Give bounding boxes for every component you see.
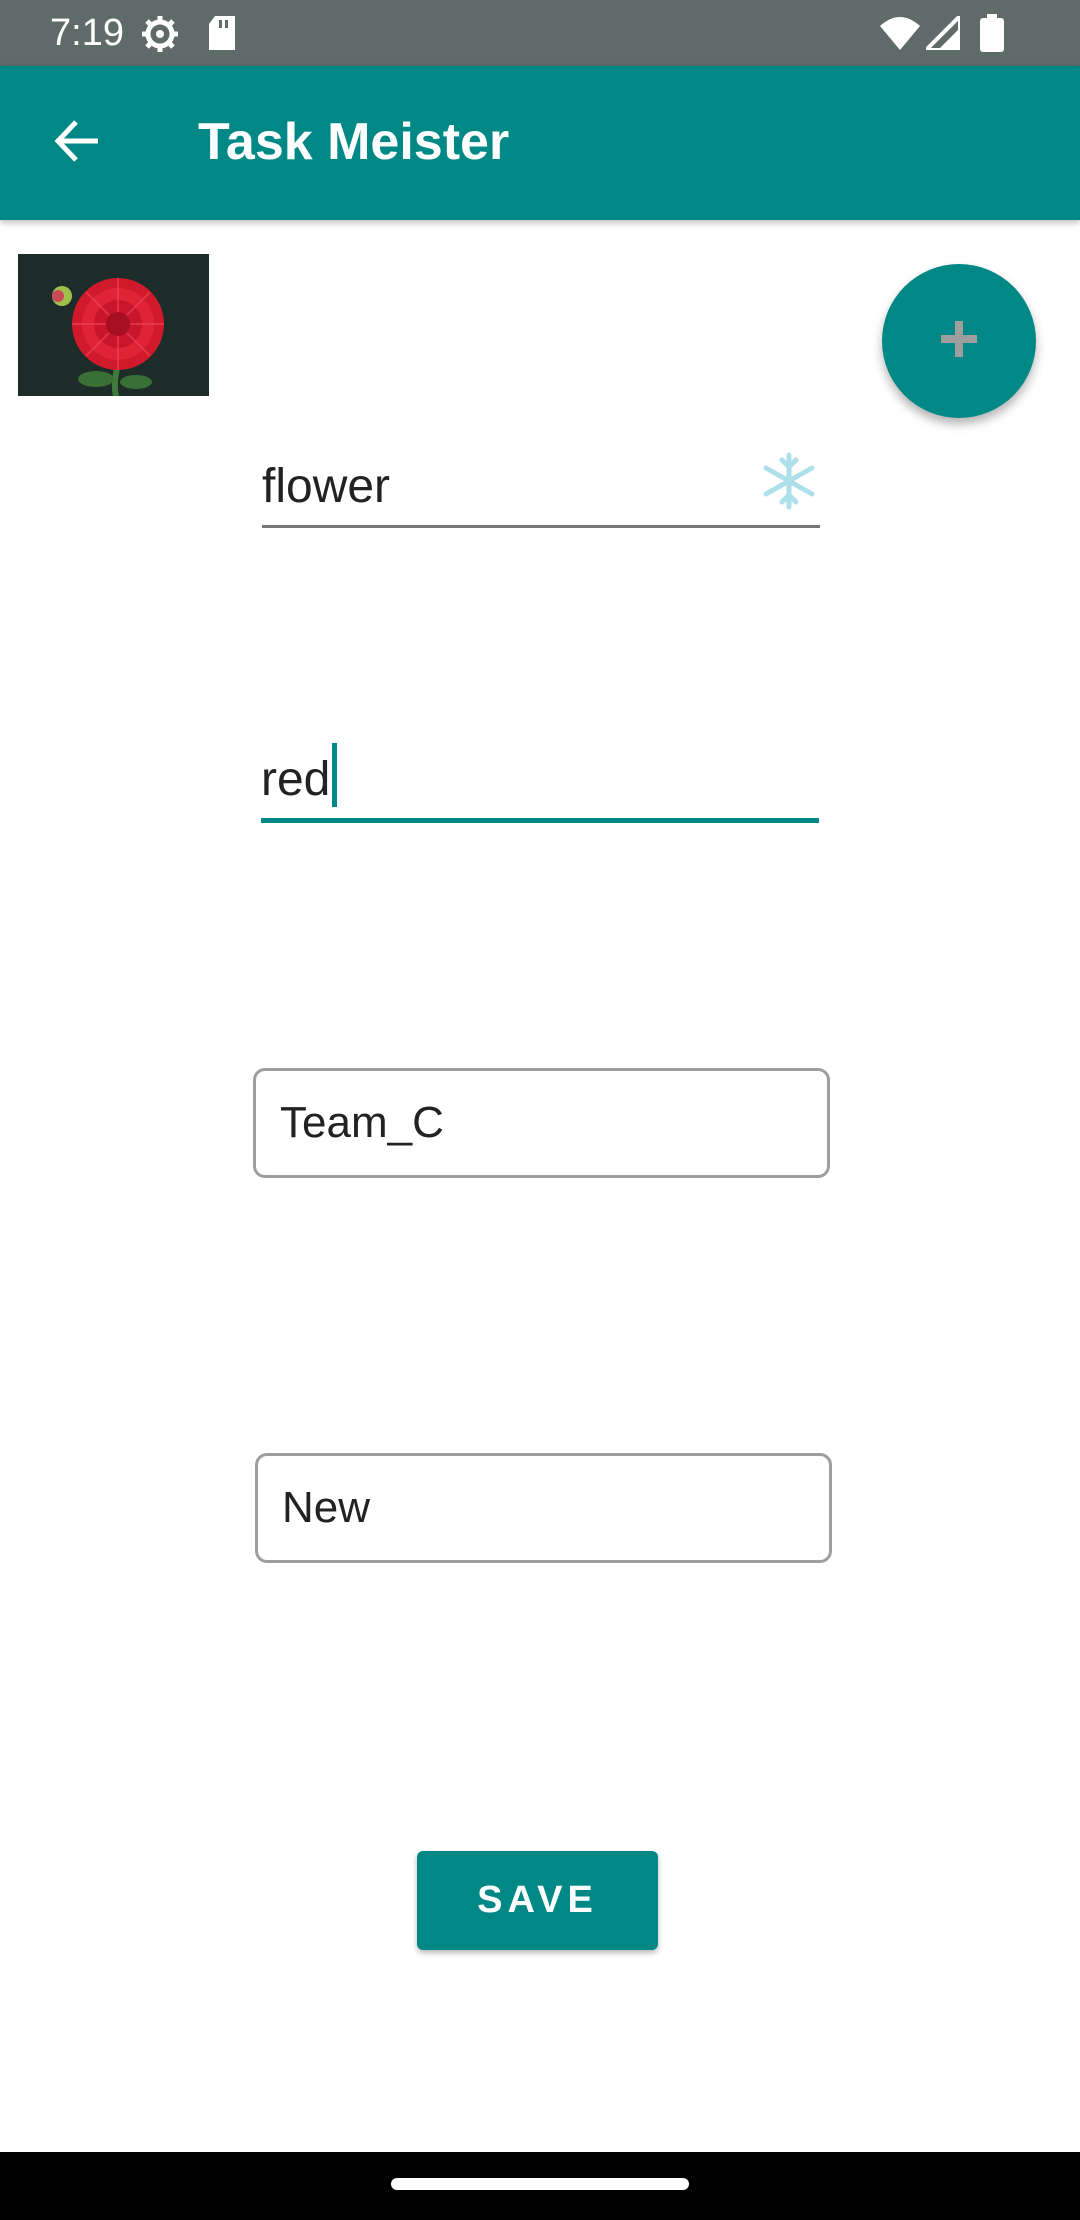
arrow-back-icon [52, 116, 102, 171]
name-field[interactable]: flower [262, 445, 820, 528]
settings-icon [140, 14, 180, 59]
color-field-value: red [261, 753, 331, 806]
snowflake-icon[interactable] [760, 452, 818, 515]
text-cursor [332, 743, 338, 807]
team-field-value: Team_C [280, 1098, 444, 1147]
status-time: 7:19 [50, 12, 124, 54]
flower-photo [18, 254, 209, 396]
wifi-icon [880, 16, 920, 55]
status-field-value: New [282, 1483, 371, 1532]
app-bar: Task Meister [0, 66, 1080, 220]
name-field-value: flower [262, 460, 391, 513]
sd-card-icon [207, 16, 237, 55]
flower-thumbnail[interactable] [18, 254, 209, 396]
add-fab-button[interactable] [882, 264, 1036, 418]
back-button[interactable] [36, 102, 118, 184]
home-gesture-handle[interactable] [391, 2178, 689, 2190]
team-field[interactable]: Team_C [253, 1068, 830, 1178]
plus-icon [939, 319, 979, 364]
app-title: Task Meister [198, 113, 510, 171]
color-field[interactable]: red [261, 738, 819, 823]
status-bar: 7:19 [0, 0, 1080, 66]
battery-icon [980, 14, 1004, 57]
save-button[interactable]: SAVE [417, 1851, 658, 1950]
signal-icon [921, 11, 962, 55]
status-field[interactable]: New [255, 1453, 832, 1563]
